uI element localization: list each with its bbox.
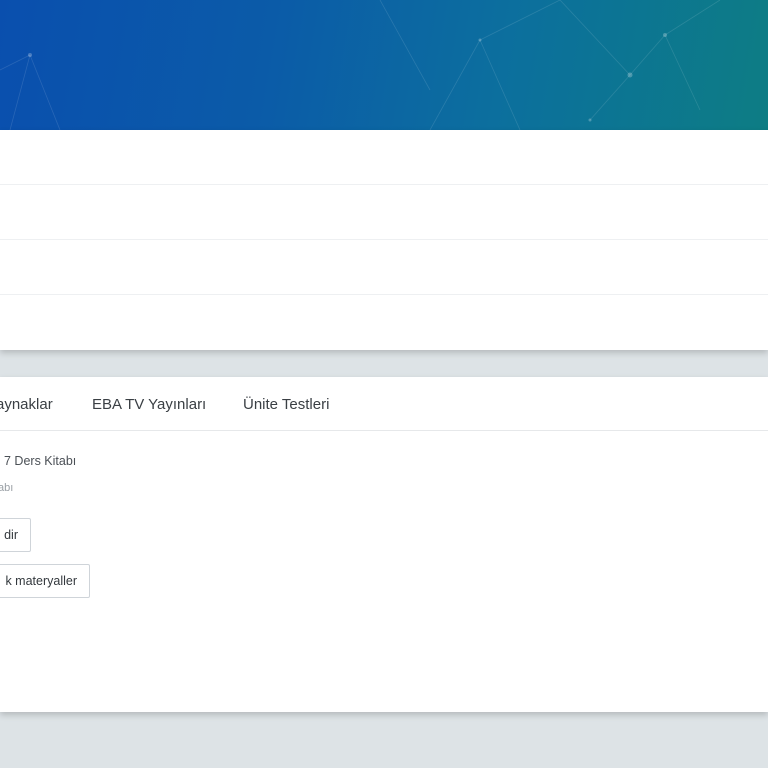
- info-row: [0, 185, 768, 240]
- tab-unit-tests[interactable]: Ünite Testleri: [243, 396, 329, 413]
- content-card: aynaklar EBA TV Yayınları Ünite Testleri…: [0, 377, 768, 712]
- book-subtitle: abı: [0, 482, 14, 494]
- info-row: [0, 130, 768, 185]
- download-button[interactable]: dir: [0, 518, 31, 552]
- info-card: [0, 130, 768, 350]
- header-banner: [0, 0, 768, 130]
- info-row: [0, 295, 768, 349]
- tab-sources[interactable]: aynaklar: [0, 396, 53, 413]
- tab-bar: aynaklar EBA TV Yayınları Ünite Testleri: [0, 377, 768, 431]
- book-title: 7 Ders Kitabı: [4, 454, 77, 468]
- tab-eba-tv[interactable]: EBA TV Yayınları: [92, 396, 206, 413]
- info-row: [0, 240, 768, 295]
- materials-button[interactable]: k materyaller: [0, 564, 90, 598]
- network-pattern-decoration: [0, 0, 721, 130]
